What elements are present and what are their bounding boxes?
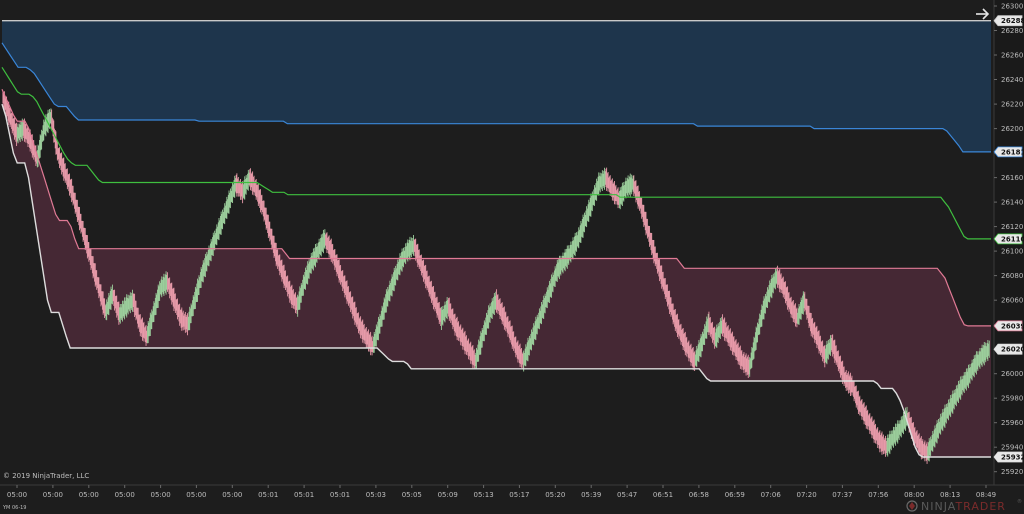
ninjatrader-logo: NINJATRADER ®	[906, 498, 1022, 513]
price-callout-label: 26181	[1001, 148, 1024, 156]
time-tick-label: 05:39	[581, 491, 601, 499]
price-tick-label: 26200	[1001, 125, 1023, 133]
time-tick-label: 06:58	[689, 491, 709, 499]
time-tick-label: 05:01	[294, 491, 314, 499]
price-tick-label: 25920	[1001, 468, 1023, 476]
price-tick-label: 26080	[1001, 272, 1023, 280]
price-tick-label: 26300	[1001, 3, 1023, 11]
time-tick-label: 05:13	[474, 491, 494, 499]
price-callout: 25932	[993, 451, 1024, 463]
brand-name-part2: TRADER	[954, 500, 1006, 513]
time-tick-label: 05:00	[43, 491, 63, 499]
time-tick-label: 05:00	[186, 491, 206, 499]
price-tick-label: 25940	[1001, 444, 1023, 452]
price-callout: 26039	[993, 320, 1024, 332]
time-tick-label: 05:00	[222, 491, 242, 499]
time-tick-label: 05:20	[545, 491, 565, 499]
time-tick-label: 05:47	[617, 491, 637, 499]
time-tick-label: 05:05	[402, 491, 422, 499]
price-callout: 26181	[993, 146, 1024, 158]
time-tick-label: 08:13	[940, 491, 960, 499]
price-tick-label: 26160	[1001, 174, 1023, 182]
chart-canvas: 2592025940259602598026000260202604026060…	[0, 0, 1024, 514]
time-tick-label: 06:51	[653, 491, 673, 499]
time-tick-label: 07:06	[761, 491, 782, 499]
price-callout: 26020	[993, 343, 1024, 355]
time-tick-label: 05:00	[7, 491, 27, 499]
time-tick-label: 05:17	[509, 491, 529, 499]
time-tick-label: 05:00	[115, 491, 135, 499]
time-tick-label: 05:03	[366, 491, 386, 499]
price-tick-label: 26260	[1001, 52, 1023, 60]
time-tick-label: 06:59	[725, 491, 745, 499]
price-tick-label: 25960	[1001, 419, 1023, 427]
price-tick-label: 26120	[1001, 223, 1023, 231]
copyright-text: © 2019 NinjaTrader, LLC	[3, 472, 89, 480]
time-tick-label: 07:56	[868, 491, 889, 499]
price-tick-label: 26060	[1001, 297, 1023, 305]
time-tick-label: 05:09	[438, 491, 458, 499]
svg-text:NINJATRADER: NINJATRADER	[921, 500, 1006, 513]
time-tick-label: 07:20	[797, 491, 817, 499]
price-callout: 26288	[993, 15, 1024, 27]
price-callout-label: 26288	[1001, 17, 1024, 25]
price-tick-label: 25980	[1001, 395, 1023, 403]
time-tick-label: 05:00	[151, 491, 171, 499]
price-callout-label: 26110	[1001, 235, 1024, 243]
price-callout-label: 25932	[1001, 454, 1024, 462]
time-tick-label: 08:49	[976, 491, 996, 499]
price-tick-label: 26220	[1001, 101, 1023, 109]
price-tick-label: 26240	[1001, 76, 1023, 84]
price-tick-label: 26140	[1001, 199, 1023, 207]
brand-name-part1: NINJA	[921, 500, 956, 513]
brand-symbol: ®	[1017, 498, 1022, 505]
price-tick-label: 26000	[1001, 370, 1023, 378]
time-tick-label: 05:00	[79, 491, 99, 499]
price-tick-label: 26100	[1001, 248, 1023, 256]
time-tick-label: 08:00	[904, 491, 924, 499]
time-tick-label: 05:01	[258, 491, 278, 499]
time-tick-label: 05:01	[330, 491, 350, 499]
price-callout-label: 26020	[1001, 346, 1024, 354]
price-callout: 26110	[993, 233, 1024, 245]
price-callout-label: 26039	[1001, 322, 1024, 330]
price-tick-label: 26280	[1001, 27, 1023, 35]
instrument-label: YM 06-19	[2, 505, 27, 511]
time-tick-label: 07:37	[832, 491, 852, 499]
